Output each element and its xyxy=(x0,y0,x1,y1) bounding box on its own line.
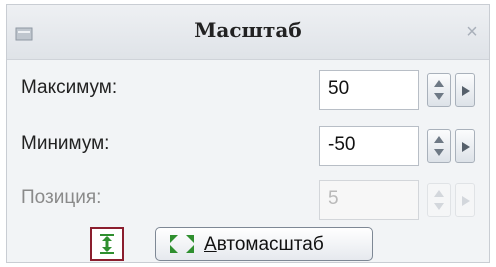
spinner-arrows-icon xyxy=(434,80,444,100)
autoscale-button-label: Автомасштаб xyxy=(204,234,324,255)
arrow-right-icon xyxy=(462,86,470,96)
fit-vertical-button[interactable] xyxy=(90,227,124,261)
arrow-right-icon xyxy=(462,196,470,206)
position-input: 5 xyxy=(319,180,419,220)
vertical-resize-icon xyxy=(100,234,114,254)
close-icon[interactable]: × xyxy=(463,22,481,42)
arrow-right-icon xyxy=(462,142,470,152)
minimum-spinner[interactable] xyxy=(427,129,451,163)
maximum-spinner[interactable] xyxy=(427,73,451,107)
minimum-label: Минимум: xyxy=(21,133,110,154)
minimum-step-button[interactable] xyxy=(455,129,475,163)
spinner-arrows-icon xyxy=(434,190,444,210)
position-row: Позиция: 5 xyxy=(7,171,489,227)
dialog-title: Масштаб xyxy=(194,18,302,42)
autoscale-icon xyxy=(170,235,194,253)
autoscale-button[interactable]: Автомасштаб xyxy=(155,227,373,261)
title-bar: Масштаб × xyxy=(7,5,489,60)
position-step-button xyxy=(455,183,475,217)
minimum-input[interactable]: -50 xyxy=(319,126,419,166)
spinner-arrows-icon xyxy=(434,136,444,156)
minimum-row: Минимум: -50 xyxy=(7,117,489,173)
scale-dialog: Масштаб × Максимум: 50 Минимум: -50 Пози… xyxy=(6,4,490,263)
position-label: Позиция: xyxy=(21,187,102,208)
maximum-label: Максимум: xyxy=(21,77,118,98)
maximum-row: Максимум: 50 xyxy=(7,61,489,117)
maximum-input[interactable]: 50 xyxy=(319,70,419,110)
maximum-step-button[interactable] xyxy=(455,73,475,107)
position-spinner xyxy=(427,183,451,217)
